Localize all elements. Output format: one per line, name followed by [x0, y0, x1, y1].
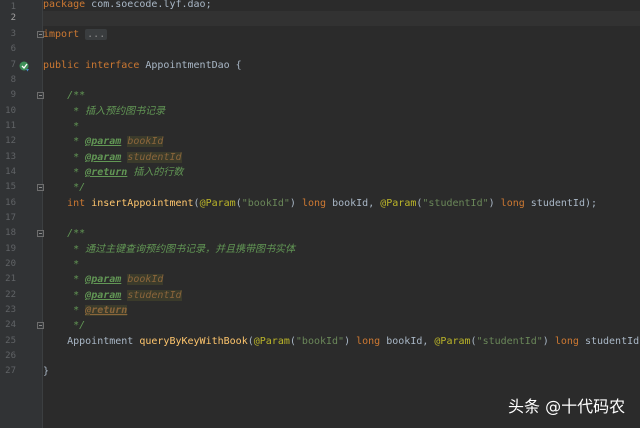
line-number: 17 — [5, 213, 16, 223]
watermark: 头条 @十代码农 — [508, 397, 626, 416]
code-line: Appointment queryByKeyWithBook(@Param("b… — [67, 336, 640, 347]
line-number-gutter: 1 2 3 6 7 8 9 10 11 12 13 14 15 16 17 18… — [0, 0, 44, 428]
line-number: 26 — [5, 351, 16, 361]
code-line-current — [43, 11, 640, 26]
code-line: /** — [67, 90, 86, 101]
line-number: 23 — [5, 305, 16, 315]
code-line: */ — [73, 320, 86, 331]
code-editor[interactable]: package com.soecode.lyf.dao; import ... … — [43, 0, 640, 428]
line-number: 11 — [5, 121, 16, 131]
line-number: 2 — [10, 13, 16, 23]
line-number: 16 — [5, 198, 16, 208]
code-line: * — [73, 121, 80, 132]
line-number: 22 — [5, 290, 16, 300]
line-number: 24 — [5, 320, 16, 330]
collapsed-imports[interactable]: ... — [85, 29, 108, 40]
line-number: 9 — [10, 90, 16, 100]
line-number: 27 — [5, 366, 16, 376]
line-number: 6 — [10, 44, 16, 54]
code-line: public interface AppointmentDao { — [43, 60, 242, 71]
code-line: */ — [73, 182, 86, 193]
code-line: * @param bookId — [73, 136, 164, 147]
code-line: * @return — [73, 305, 128, 316]
line-number: 21 — [5, 274, 16, 284]
code-line: * — [73, 259, 80, 270]
code-line: * @param bookId — [73, 274, 164, 285]
line-number: 12 — [5, 136, 16, 146]
line-number: 25 — [5, 336, 16, 346]
line-number: 18 — [5, 228, 16, 238]
code-line: * 通过主键查询预约图书记录，并且携带图书实体 — [73, 244, 296, 255]
line-number: 20 — [5, 259, 16, 269]
code-line: * @return 插入的行数 — [73, 167, 184, 178]
line-number: 8 — [10, 75, 16, 85]
code-line: } — [43, 366, 50, 377]
line-number: 13 — [5, 152, 16, 162]
code-line: * 插入预约图书记录 — [73, 106, 166, 117]
line-number: 10 — [5, 106, 16, 116]
code-line: * @param studentId — [73, 290, 182, 301]
line-number: 19 — [5, 244, 16, 254]
line-number: 14 — [5, 167, 16, 177]
implementation-marker-icon[interactable] — [19, 61, 30, 72]
code-line: int insertAppointment(@Param("bookId") l… — [67, 198, 598, 209]
code-line: * @param studentId — [73, 152, 182, 163]
code-line: import ... — [43, 29, 108, 40]
code-line: /** — [67, 228, 86, 239]
line-number: 7 — [10, 60, 16, 70]
line-number: 3 — [10, 29, 16, 39]
line-number: 15 — [5, 182, 16, 192]
